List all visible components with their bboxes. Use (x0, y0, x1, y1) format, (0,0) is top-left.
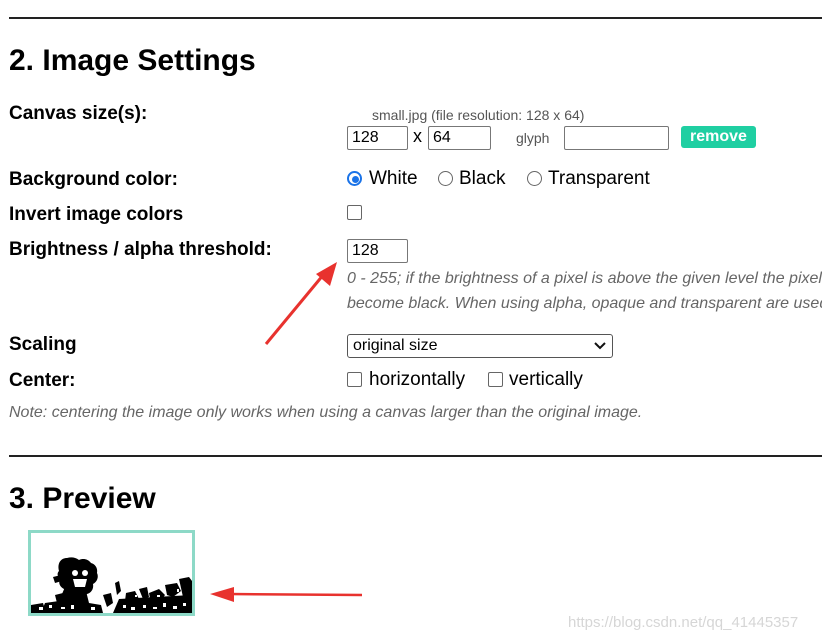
section-divider (9, 455, 822, 457)
preview-canvas (28, 530, 195, 616)
scaling-label: Scaling (9, 334, 77, 355)
invert-colors-checkbox[interactable] (347, 205, 362, 220)
threshold-label: Brightness / alpha threshold: (9, 239, 272, 260)
radio-white[interactable] (347, 171, 362, 186)
canvas-height-input[interactable] (428, 126, 491, 150)
radio-transparent[interactable] (527, 171, 542, 186)
watermark-text: https://blog.csdn.net/qq_41445357 (568, 614, 799, 631)
centering-note: Note: centering the image only works whe… (9, 404, 643, 421)
center-vertical-label[interactable]: vertically (509, 369, 583, 391)
arrow-icon-preview (210, 587, 363, 602)
remove-button[interactable]: remove (681, 126, 756, 148)
top-divider (9, 17, 822, 19)
radio-black[interactable] (438, 171, 453, 186)
threshold-help-line1: 0 - 255; if the brightness of a pixel is… (347, 270, 822, 287)
glyph-label: glyph (516, 130, 550, 146)
radio-white-label[interactable]: White (369, 168, 418, 190)
threshold-help-line2: become black. When using alpha, opaque a… (347, 295, 822, 312)
times-symbol: x (413, 126, 422, 146)
center-horizontal-label[interactable]: horizontally (369, 369, 465, 391)
section-title-image-settings: 2. Image Settings (9, 44, 256, 77)
center-label: Center: (9, 370, 76, 391)
threshold-input[interactable] (347, 239, 408, 263)
center-vertical-checkbox[interactable] (488, 372, 503, 387)
canvas-size-label: Canvas size(s): (9, 103, 148, 124)
preview-image (31, 533, 192, 613)
scaling-selected-value: original size (353, 337, 438, 354)
file-info-text: small.jpg (file resolution: 128 x 64) (372, 107, 585, 123)
glyph-input[interactable] (564, 126, 669, 150)
radio-transparent-label[interactable]: Transparent (548, 168, 650, 190)
invert-colors-label: Invert image colors (9, 204, 184, 225)
radio-black-label[interactable]: Black (459, 168, 505, 190)
background-color-label: Background color: (9, 169, 178, 190)
arrow-icon-threshold (264, 262, 337, 345)
center-horizontal-checkbox[interactable] (347, 372, 362, 387)
chevron-down-icon (594, 342, 606, 350)
scaling-select[interactable]: original size (347, 334, 613, 358)
section-title-preview: 3. Preview (9, 482, 156, 515)
canvas-width-input[interactable] (347, 126, 408, 150)
